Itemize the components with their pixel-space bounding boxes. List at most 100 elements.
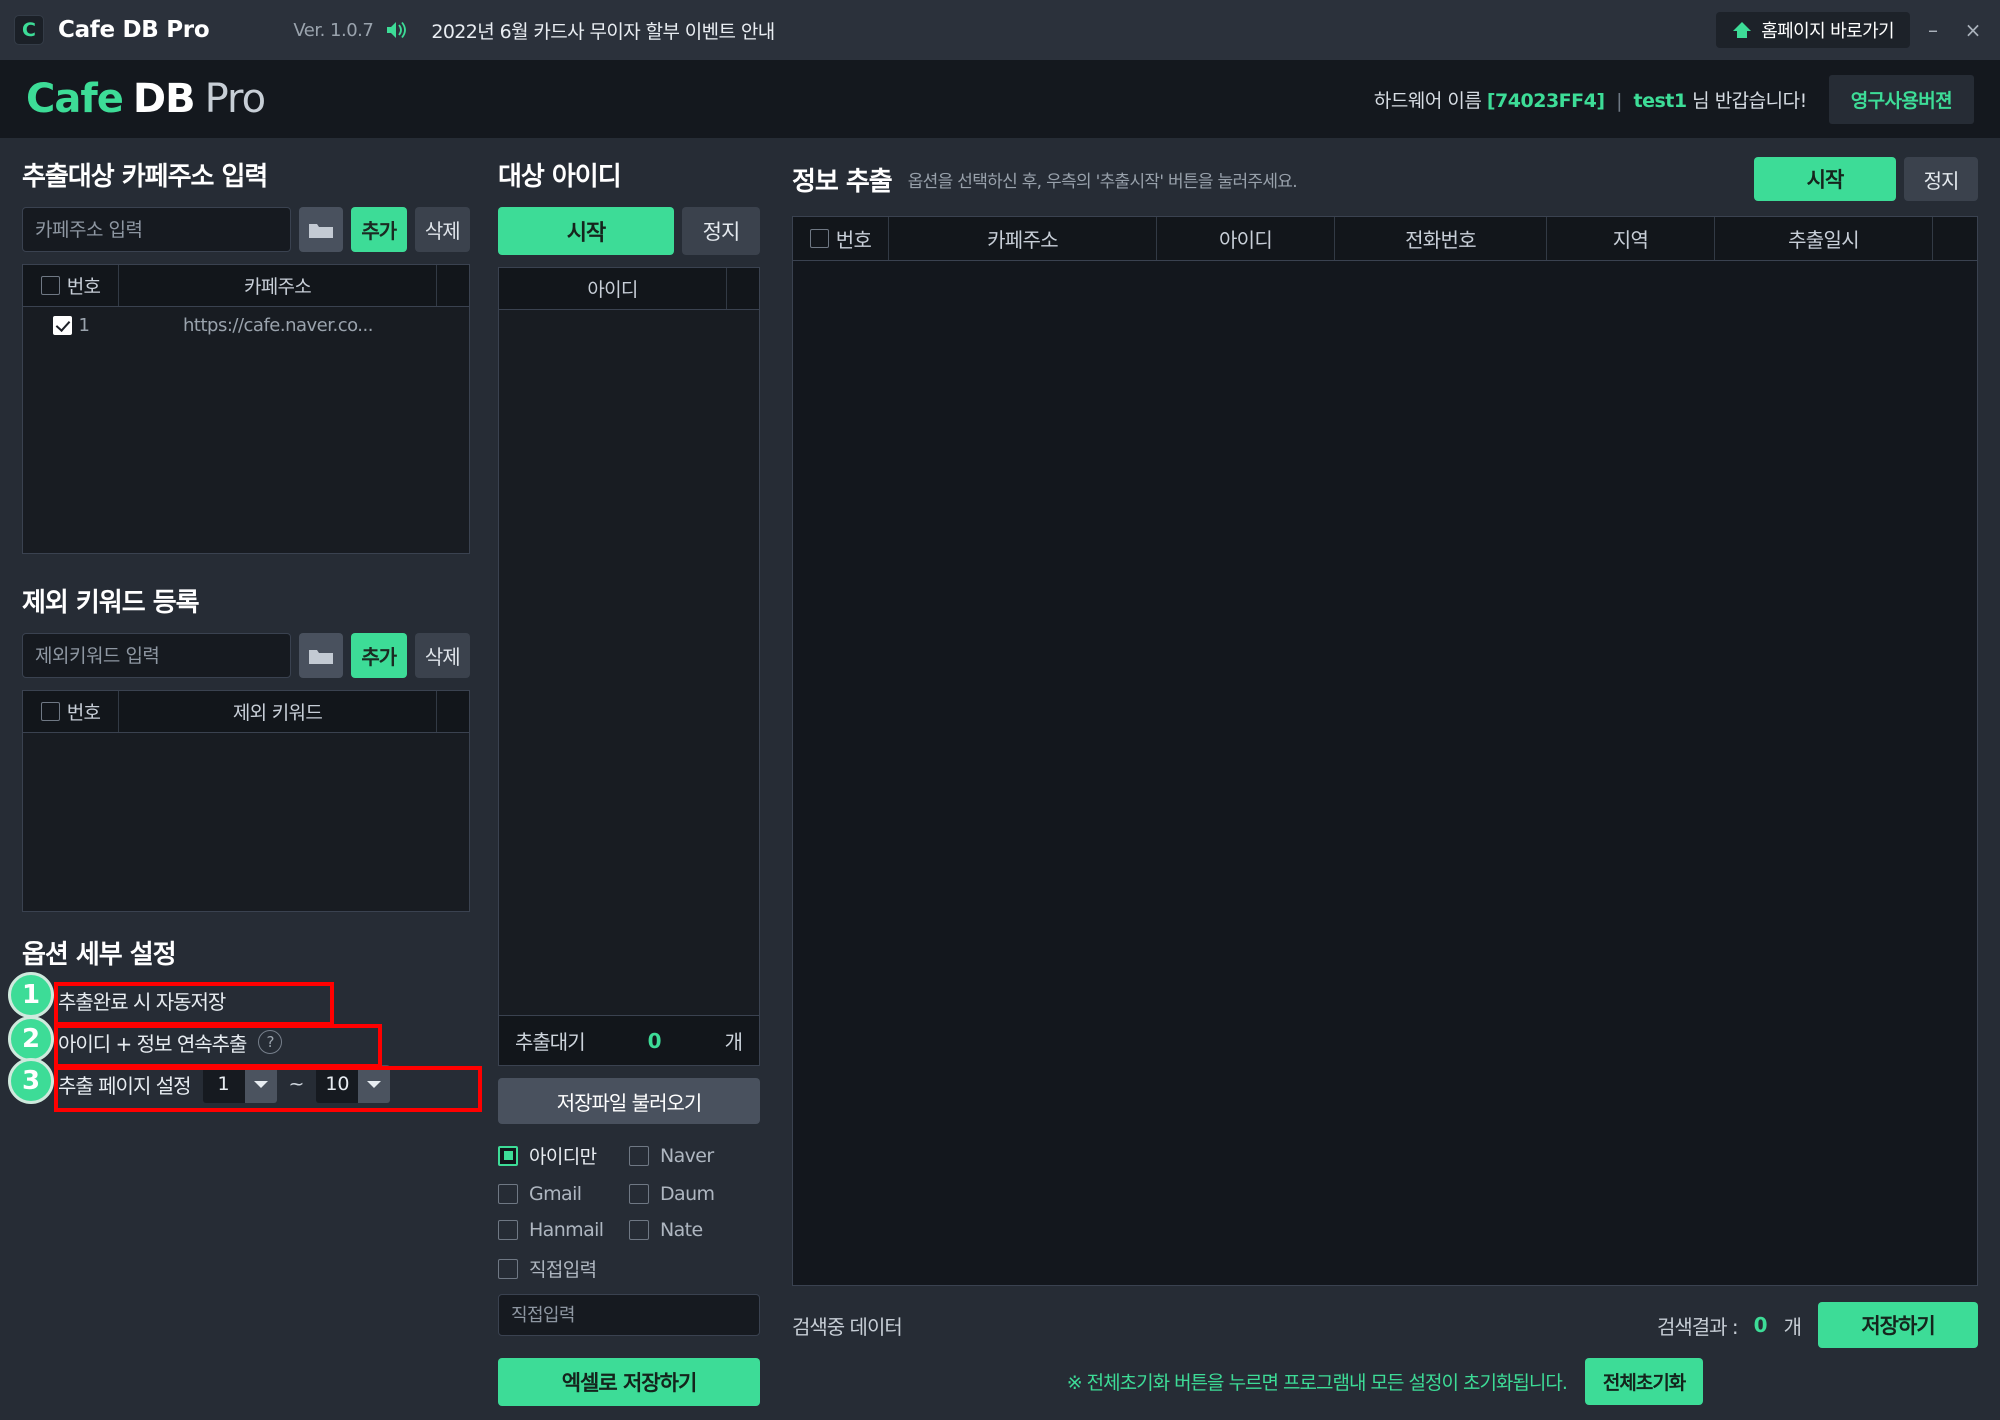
keyword-add-button[interactable]: 추가 (351, 633, 407, 678)
filter-daum-checkbox[interactable] (629, 1184, 649, 1204)
cafe-add-button[interactable]: 추가 (351, 207, 407, 252)
option-auto-save-row[interactable]: 추출완료 시 자동저장 (22, 979, 470, 1021)
filter-nate[interactable]: Nate (629, 1219, 760, 1241)
filter-id-only[interactable]: 아이디만 (498, 1142, 629, 1169)
window-controls: 홈페이지 바로가기 – × (1716, 0, 1990, 60)
filter-id-only-radio[interactable] (498, 1145, 518, 1166)
filter-nate-checkbox[interactable] (629, 1220, 649, 1240)
extract-col-no: 번호 (793, 217, 889, 260)
waiting-count-bar: 추출대기 0 개 (498, 1016, 760, 1066)
option-continuous-extract-row[interactable]: 아이디 + 정보 연속추출 ? (22, 1021, 470, 1063)
close-button[interactable]: × (1956, 13, 1990, 47)
keyword-select-all-checkbox[interactable] (40, 702, 60, 721)
cafe-address-input[interactable] (22, 207, 291, 252)
keyword-delete-button[interactable]: 삭제 (414, 633, 471, 678)
save-as-excel-button[interactable]: 엑셀로 저장하기 (498, 1358, 760, 1406)
cafe-folder-button[interactable] (299, 207, 344, 252)
cafe-table-header: 번호 카페주소 (23, 265, 469, 307)
extract-col-cafe: 카페주소 (889, 217, 1157, 260)
brand-bar: Cafe DB Pro 하드웨어 이름 [74023FF4] | test1 님… (0, 60, 2000, 138)
filter-daum-label: Daum (660, 1183, 715, 1205)
filter-gmail-label: Gmail (529, 1183, 582, 1205)
minimize-button[interactable]: – (1916, 13, 1950, 47)
load-saved-file-button[interactable]: 저장파일 불러오기 (498, 1078, 760, 1124)
waiting-count: 0 (647, 1028, 662, 1053)
cafe-row-no-cell[interactable]: 1 (23, 307, 119, 343)
reset-all-button[interactable]: 전체초기화 (1584, 1357, 1704, 1405)
filter-id-only-label: 아이디만 (529, 1146, 597, 1168)
page-to-spinner[interactable]: 10 (316, 1065, 391, 1103)
homepage-shortcut-button[interactable]: 홈페이지 바로가기 (1716, 12, 1910, 48)
filter-direct-input-checkbox[interactable] (498, 1258, 518, 1279)
filter-direct-input[interactable]: 직접입력 (498, 1255, 629, 1282)
extract-col-id: 아이디 (1157, 217, 1335, 260)
id-table-header: 아이디 (499, 268, 759, 310)
table-row[interactable]: 1 https://cafe.naver.co... (23, 307, 469, 343)
extract-panel-actions: 시작 정지 (1754, 157, 1978, 201)
extract-start-button[interactable]: 시작 (1754, 157, 1896, 201)
brand-logo: Cafe DB Pro (26, 76, 266, 122)
keyword-input-row: 추가 삭제 (22, 633, 471, 678)
save-results-button[interactable]: 저장하기 (1818, 1302, 1978, 1348)
result-count: 0 (1753, 1313, 1768, 1337)
account-info-area: 하드웨어 이름 [74023FF4] | test1 님 반갑습니다! 영구사용… (1374, 60, 1974, 138)
domain-filter-group: 아이디만 Naver Gmail Daum Hanmail Nate 직접입력 (498, 1142, 760, 1282)
keyword-folder-button[interactable] (299, 633, 344, 678)
help-icon[interactable]: ? (258, 1030, 283, 1054)
keyword-table: 번호 제외 키워드 (22, 690, 470, 912)
app-version: Ver. 1.0.7 (293, 19, 374, 41)
filter-hanmail[interactable]: Hanmail (498, 1219, 629, 1241)
extract-panel-title: 정보 추출 (792, 166, 893, 197)
extract-status-text: 검색중 데이터 (792, 1314, 903, 1339)
application-window: C Cafe DB Pro Ver. 1.0.7 2022년 6월 카드사 무이… (0, 0, 2000, 1420)
id-start-button[interactable]: 시작 (498, 207, 674, 255)
annotation-badge-1: 1 (8, 972, 54, 1018)
extract-stop-button[interactable]: 정지 (1904, 157, 1978, 201)
chevron-down-icon[interactable] (358, 1065, 391, 1103)
cafe-row-address: https://cafe.naver.co... (183, 314, 373, 336)
filter-gmail-checkbox[interactable] (498, 1184, 518, 1204)
cafe-table-body[interactable]: 1 https://cafe.naver.co... (23, 307, 469, 553)
waiting-label: 추출대기 (515, 1030, 586, 1054)
id-panel-actions: 시작 정지 (498, 207, 760, 255)
filter-gmail[interactable]: Gmail (498, 1183, 629, 1205)
extract-col-spacer (1933, 217, 1977, 260)
filter-hanmail-checkbox[interactable] (498, 1220, 518, 1240)
direct-input-field[interactable] (498, 1294, 760, 1336)
notice-banner-text[interactable]: 2022년 6월 카드사 무이자 할부 이벤트 안내 (431, 17, 775, 44)
info-separator: | (1616, 89, 1622, 112)
keyword-col-no: 번호 (23, 691, 119, 732)
filter-naver-checkbox[interactable] (629, 1145, 649, 1166)
keyword-table-body[interactable] (23, 733, 469, 911)
keyword-input[interactable] (22, 633, 291, 678)
cafe-delete-button[interactable]: 삭제 (414, 207, 471, 252)
hardware-user-info: 하드웨어 이름 [74023FF4] | test1 님 반갑습니다! (1374, 86, 1807, 113)
brand-word-pro: Pro (204, 76, 266, 122)
id-stop-button[interactable]: 정지 (682, 207, 760, 255)
filter-naver-label: Naver (660, 1144, 714, 1167)
filter-naver[interactable]: Naver (629, 1142, 760, 1169)
speaker-icon[interactable] (385, 19, 409, 41)
cafe-col-no-label: 번호 (66, 276, 101, 298)
app-title: Cafe DB Pro (58, 17, 210, 43)
page-from-value: 1 (202, 1065, 245, 1103)
id-col-spacer (727, 268, 759, 309)
cafe-panel-title: 추출대상 카페주소 입력 (22, 162, 268, 192)
extract-table-body[interactable] (793, 261, 1977, 1285)
option-auto-save-label: 추출완료 시 자동저장 (58, 989, 226, 1014)
extract-select-all-checkbox[interactable] (809, 229, 829, 248)
app-logo-letter: C (22, 18, 36, 41)
cafe-row-checkbox[interactable] (52, 315, 72, 335)
id-table-body[interactable] (499, 310, 759, 1015)
page-from-spinner[interactable]: 1 (202, 1065, 277, 1103)
keyword-col-spacer (437, 691, 469, 732)
license-status-button[interactable]: 영구사용버젼 (1828, 74, 1974, 124)
keyword-table-header: 번호 제외 키워드 (23, 691, 469, 733)
option-page-range-row[interactable]: 추출 페이지 설정 1 ~ 10 (22, 1063, 470, 1105)
chevron-down-icon[interactable] (244, 1065, 277, 1103)
cafe-select-all-checkbox[interactable] (40, 276, 60, 295)
filter-daum[interactable]: Daum (629, 1183, 760, 1205)
result-label: 검색결과 : (1656, 1314, 1739, 1339)
brand-word-cafe: Cafe (26, 76, 124, 122)
cafe-col-no: 번호 (23, 265, 119, 306)
